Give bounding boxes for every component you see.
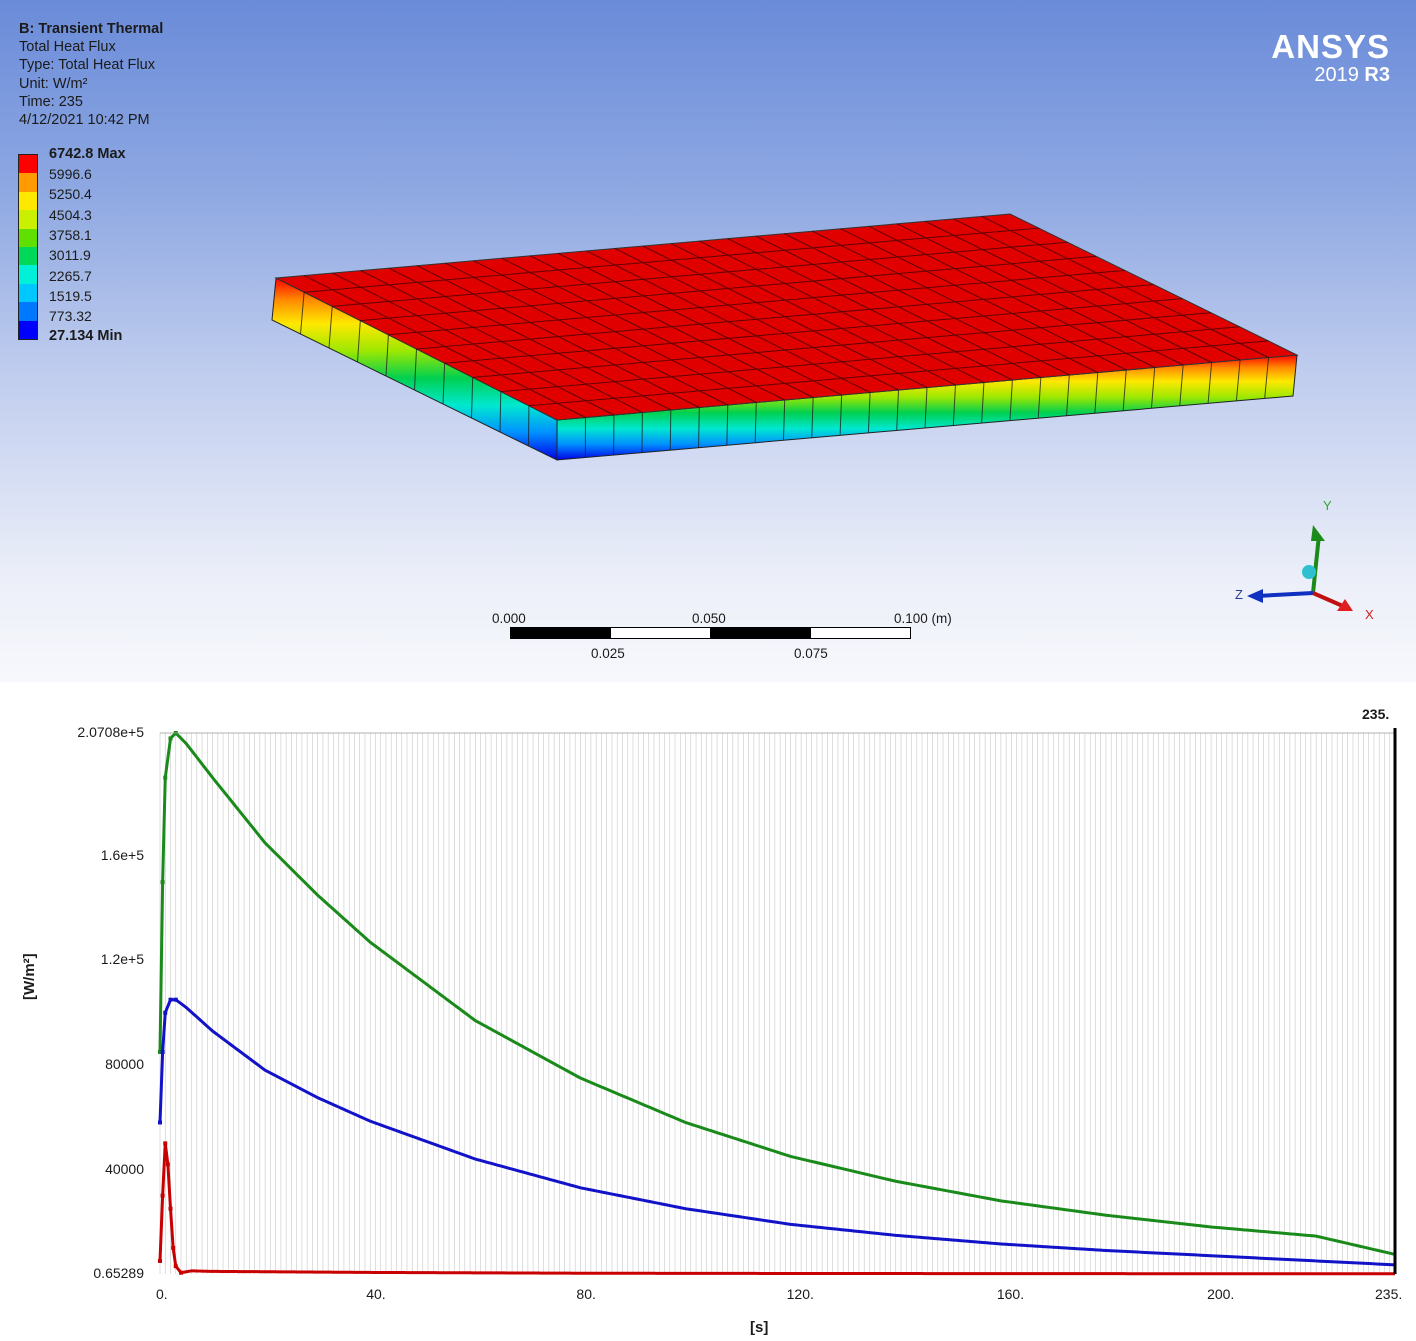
triad-x-label: X bbox=[1365, 607, 1374, 622]
series-point bbox=[173, 1264, 178, 1269]
z-arrow-head bbox=[1247, 589, 1263, 603]
x-tick-label: 120. bbox=[786, 1286, 814, 1302]
side-mesh-line bbox=[669, 409, 672, 451]
series-point bbox=[168, 997, 173, 1002]
series-point bbox=[158, 1120, 162, 1125]
scale-label: 0.000 bbox=[492, 611, 526, 626]
scale-label: 0.050 bbox=[692, 611, 726, 626]
series-line-0 bbox=[158, 730, 1396, 1256]
scale-segment bbox=[810, 627, 911, 639]
x-axis-label: [s] bbox=[750, 1319, 769, 1336]
series-point bbox=[163, 775, 168, 780]
series-point bbox=[168, 1206, 173, 1211]
x-tick-label: 40. bbox=[366, 1286, 386, 1302]
series-point bbox=[158, 1258, 162, 1263]
scale-label: 0.100 (m) bbox=[894, 611, 952, 626]
x-tick-label: 0. bbox=[156, 1286, 168, 1302]
series-line-1 bbox=[158, 998, 1396, 1267]
series-point bbox=[179, 1270, 184, 1275]
x-tick-label: 235. bbox=[1375, 1286, 1403, 1302]
triad-y-label: Y bbox=[1323, 498, 1332, 513]
triad-origin-sphere bbox=[1302, 565, 1316, 579]
series-point bbox=[160, 1049, 165, 1054]
scale-segment bbox=[510, 627, 611, 639]
series-point bbox=[160, 1193, 165, 1198]
y-tick-label: 80000 bbox=[105, 1055, 144, 1072]
chart-series bbox=[158, 730, 1396, 1276]
x-tick-label: 80. bbox=[576, 1286, 596, 1302]
y-axis-label: [W/m²] bbox=[21, 953, 38, 1000]
scale-label: 0.075 bbox=[794, 646, 828, 661]
y-axis-arrow bbox=[1311, 534, 1321, 594]
y-tick-label: 2.0708e+5 bbox=[77, 724, 144, 740]
y-tick-label: 40000 bbox=[105, 1160, 144, 1177]
scale-label: 0.025 bbox=[591, 646, 625, 661]
y-tick-label: 1.6e+5 bbox=[100, 846, 144, 863]
y-tick-label: 0.65289 bbox=[93, 1265, 144, 1281]
series-point bbox=[165, 1162, 170, 1167]
triad-z-label: Z bbox=[1235, 587, 1243, 602]
series-point bbox=[173, 997, 178, 1002]
z-axis-arrow bbox=[1256, 591, 1314, 598]
coordinate-triad[interactable]: Y Z X bbox=[1225, 495, 1395, 630]
plate-model[interactable] bbox=[0, 0, 1416, 682]
series-point bbox=[171, 1245, 176, 1250]
result-graph[interactable]: 0.65289 40000 80000 1.2e+5 1.6e+5 2.0708e+5 0… bbox=[0, 700, 1416, 1341]
graphics-viewport[interactable]: B: Transient Thermal Total Heat Flux Typ… bbox=[0, 0, 1416, 682]
x-tick-label: 200. bbox=[1207, 1286, 1235, 1302]
chart-grid bbox=[159, 733, 1396, 1274]
x-tick-label: 160. bbox=[996, 1286, 1025, 1302]
series-point bbox=[163, 1010, 168, 1015]
y-arrow-head bbox=[1311, 525, 1325, 541]
chart-frame bbox=[160, 728, 1397, 1274]
series-point bbox=[163, 1141, 168, 1146]
series-point bbox=[168, 736, 173, 741]
heat-flux-chart[interactable] bbox=[0, 700, 1416, 1341]
time-marker-label[interactable]: 235. bbox=[1362, 706, 1389, 722]
scale-segment bbox=[610, 627, 711, 639]
x-axis-arrow bbox=[1312, 591, 1346, 609]
series-point bbox=[160, 880, 165, 885]
scale-segment bbox=[710, 627, 811, 639]
